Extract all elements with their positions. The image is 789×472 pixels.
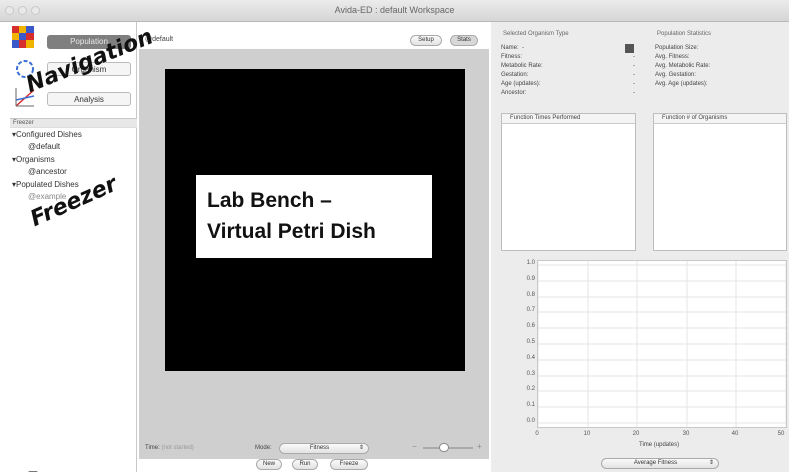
avg-metabolic-rate-label: Avg. Metabolic Rate: [655,63,711,69]
run-button[interactable]: Run [292,459,318,470]
configured-dishes-label: Configured Dishes [16,130,82,139]
window-title: Avida-ED : default Workspace [334,5,455,15]
function-organisms-header: Function # of Organisms [654,114,786,124]
graph-y-tick-label: 0.9 [526,276,535,282]
lab-bench-callout-line1: Lab Bench – [207,189,332,212]
organism-type-header: Selected Organism Type [503,31,569,37]
zoom-slider-thumb[interactable] [439,443,449,452]
age-value: - [633,81,635,87]
population-stats-header: Population Statistics [657,31,712,37]
organism-name-label: Name: [501,45,519,51]
freezer-configured-dishes[interactable]: ▾Configured Dishes [12,130,82,139]
nav-analysis-button[interactable]: Analysis [47,92,131,106]
avg-age-label: Avg. Age (updates): [655,81,708,87]
graph-x-label: Time (updates) [639,442,680,448]
chevron-updown-icon: ⇕ [708,460,714,466]
function-organisms-table[interactable]: Function # of Organisms [653,113,787,251]
organisms-label: Organisms [16,155,55,164]
metabolic-rate-label: Metabolic Rate: [501,63,543,69]
graph-x-tick-label: 50 [777,431,785,437]
graph-x-tick-label: 20 [632,431,640,437]
avg-fitness-label: Avg. Fitness: [655,54,690,60]
populated-dishes-label: Populated Dishes [16,180,79,189]
graph-y-tick-label: 0.1 [526,402,535,408]
mode-label: Mode: [255,445,272,451]
graph-x-tick-label: 40 [731,431,739,437]
time-value: (not started) [161,445,194,451]
graph-gridlines [537,261,787,427]
freezer-item-default[interactable]: @default [28,142,60,151]
freezer-header: Freezer [10,118,137,128]
graph-y-tick-label: 0.0 [526,418,535,424]
freezer-populated-dishes[interactable]: ▾Populated Dishes [12,180,79,189]
ancestor-value: - [633,90,635,96]
organism-name-value: - [522,45,524,51]
stats-button[interactable]: Stats [450,35,478,46]
freezer-organisms[interactable]: ▾Organisms [12,155,55,164]
zoom-slider[interactable] [423,443,473,452]
graph-y-tick-label: 0.4 [526,355,535,361]
graph-y-select-value: Average Fitness [633,460,678,466]
chevron-updown-icon: ⇕ [358,445,364,451]
time-label-text: Time: [145,445,160,451]
graph-y-select[interactable]: Average Fitness ⇕ [601,458,719,469]
gestation-value: - [633,72,635,78]
fitness-label: Fitness: [501,54,523,60]
graph-y-tick-label: 0.5 [526,339,535,345]
mode-select-value: Fitness [309,445,330,451]
gestation-label: Gestation: [501,72,529,78]
population-grid-icon[interactable] [12,26,34,48]
graph-x-tick-label: 0 [535,431,539,437]
metabolic-rate-value: - [633,63,635,69]
function-times-header: Function Times Performed [502,114,635,124]
freezer-item-ancestor[interactable]: @ancestor [28,167,67,176]
freeze-button[interactable]: Freeze [330,459,368,470]
function-times-table[interactable]: Function Times Performed [501,113,636,251]
new-button[interactable]: New [256,459,282,470]
stats-pane: Selected Organism Type Name: - Fitness: … [491,22,789,472]
fitness-value: - [633,54,635,60]
graph-y-tick-label: 0.6 [526,323,535,329]
zoom-minus-icon[interactable]: − [412,442,417,451]
lab-bench-callout-line2: Virtual Petri Dish [207,220,376,243]
time-label: Time: (not started) [145,445,194,451]
organism-color-swatch [625,44,634,53]
age-label: Age (updates): [501,81,541,87]
graph-y-tick-label: 0.2 [526,386,535,392]
graph-y-tick-label: 0.3 [526,371,535,377]
graph-x-tick-label: 30 [682,431,690,437]
zoom-plus-icon[interactable]: + [477,442,482,451]
lab-bench-callout: Lab Bench – Virtual Petri Dish [196,175,432,258]
title-bar: Avida-ED : default Workspace [0,0,789,22]
mode-select[interactable]: Fitness ⇕ [279,443,369,454]
graph-x-tick-label: 10 [583,431,591,437]
population-size-label: Population Size: [655,45,699,51]
graph-y-tick-label: 1.0 [526,260,535,266]
ancestor-label: Ancestor: [501,90,527,96]
graph-y-tick-label: 0.7 [526,307,535,313]
graph-y-tick-label: 0.8 [526,292,535,298]
population-graph [537,260,787,428]
setup-button[interactable]: Setup [410,35,442,46]
avg-gestation-label: Avg. Gestation: [655,72,696,78]
